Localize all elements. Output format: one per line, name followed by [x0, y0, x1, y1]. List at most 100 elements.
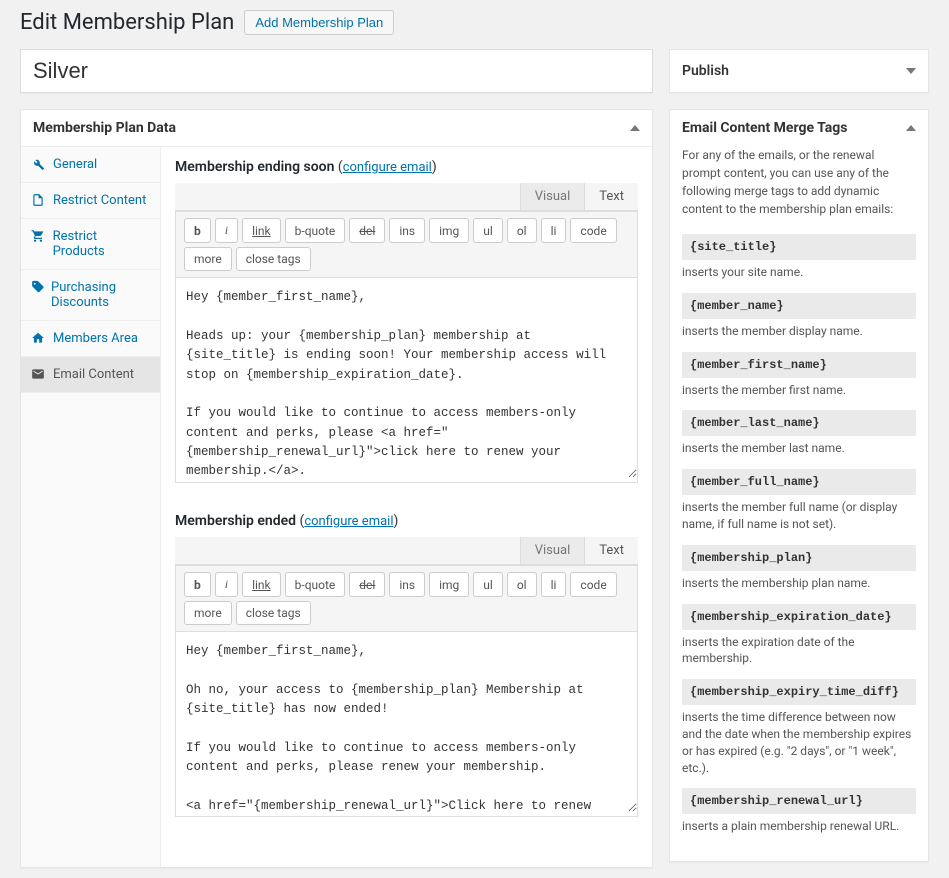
editor-wrapper: Visual Text b i link b-quote del	[175, 183, 638, 483]
qt-bold[interactable]: b	[184, 218, 211, 243]
merge-tag-desc: inserts the member full name (or display…	[682, 495, 916, 533]
merge-tag-item: {member_name}inserts the member display …	[682, 293, 916, 340]
cart-icon	[31, 229, 47, 243]
merge-tag-desc: inserts the membership plan name.	[682, 571, 916, 592]
editor-tab-visual[interactable]: Visual	[520, 183, 585, 210]
merge-tag-item: {membership_renewal_url}inserts a plain …	[682, 788, 916, 835]
merge-tag-item: {membership_expiry_time_diff}inserts the…	[682, 679, 916, 776]
panel-title: Membership Plan Data	[33, 120, 176, 136]
qt-italic[interactable]: i	[215, 218, 238, 243]
merge-tag-code: {membership_plan}	[682, 545, 916, 571]
publish-toggle[interactable]	[906, 68, 916, 74]
merge-tag-desc: inserts a plain membership renewal URL.	[682, 814, 916, 835]
tab-label: Members Area	[53, 331, 138, 346]
tab-purchasing-discounts[interactable]: Purchasing Discounts	[21, 270, 160, 321]
merge-tags-panel: Email Content Merge Tags For any of the …	[669, 109, 929, 862]
section-title: Membership ending soon	[175, 159, 334, 175]
qt-ul[interactable]: ul	[473, 218, 503, 243]
qt-bquote[interactable]: b-quote	[285, 218, 346, 243]
qt-code[interactable]: code	[570, 218, 616, 243]
tab-members-area[interactable]: Members Area	[21, 321, 160, 357]
qt-closetags[interactable]: close tags	[236, 601, 311, 625]
plan-tabs: General Restrict Content Restrict Produc…	[21, 147, 161, 867]
quicktags-toolbar: b i link b-quote del ins img ul ol li	[176, 212, 637, 278]
qt-img[interactable]: img	[429, 572, 469, 597]
merge-tag-code: {member_full_name}	[682, 469, 916, 495]
merge-panel-desc: For any of the emails, or the renewal pr…	[682, 146, 916, 218]
tab-email-content[interactable]: Email Content	[21, 357, 160, 393]
merge-tag-desc: inserts your site name.	[682, 260, 916, 281]
configure-email-link[interactable]: configure email	[343, 160, 432, 175]
tab-restrict-content[interactable]: Restrict Content	[21, 183, 160, 219]
merge-tag-desc: inserts the expiration date of the membe…	[682, 630, 916, 668]
tab-label: Restrict Content	[53, 193, 146, 208]
house-icon	[31, 331, 47, 345]
section-ending-soon: Membership ending soon (configure email)…	[175, 159, 638, 483]
merge-panel-toggle[interactable]	[906, 125, 916, 131]
email-body-textarea[interactable]	[176, 278, 637, 478]
merge-tag-item: {membership_expiration_date}inserts the …	[682, 604, 916, 668]
publish-label: Publish	[682, 63, 729, 79]
merge-tag-code: {member_first_name}	[682, 352, 916, 378]
qt-italic[interactable]: i	[215, 572, 238, 597]
qt-del[interactable]: del	[349, 218, 385, 243]
merge-tag-item: {membership_plan}inserts the membership …	[682, 545, 916, 592]
qt-code[interactable]: code	[570, 572, 616, 597]
plan-title-input[interactable]	[20, 49, 653, 93]
merge-panel-title: Email Content Merge Tags	[682, 120, 847, 136]
merge-tag-desc: inserts the member first name.	[682, 378, 916, 399]
qt-li[interactable]: li	[541, 218, 567, 243]
section-ended: Membership ended (configure email) Visua…	[175, 513, 638, 817]
qt-bquote[interactable]: b-quote	[285, 572, 346, 597]
tab-label: Purchasing Discounts	[51, 280, 150, 310]
quicktags-toolbar: b i link b-quote del ins img ul ol li	[176, 566, 637, 632]
plan-data-panel: Membership Plan Data General Restrict Co…	[20, 109, 653, 868]
page-title: Edit Membership Plan	[20, 10, 234, 35]
tab-label: Email Content	[53, 367, 134, 382]
qt-link[interactable]: link	[242, 218, 281, 243]
merge-tag-desc: inserts the time difference between now …	[682, 705, 916, 776]
tag-icon	[31, 280, 45, 294]
qt-img[interactable]: img	[429, 218, 469, 243]
add-membership-plan-button[interactable]: Add Membership Plan	[244, 10, 394, 35]
tab-content: Membership ending soon (configure email)…	[161, 147, 652, 867]
qt-ol[interactable]: ol	[507, 218, 537, 243]
editor-tab-text[interactable]: Text	[584, 183, 638, 210]
tab-general[interactable]: General	[21, 147, 160, 183]
editor-tab-text[interactable]: Text	[584, 537, 638, 564]
merge-tag-code: {membership_expiry_time_diff}	[682, 679, 916, 705]
qt-del[interactable]: del	[349, 572, 385, 597]
qt-link[interactable]: link	[242, 572, 281, 597]
document-icon	[31, 193, 47, 207]
merge-tag-code: {membership_expiration_date}	[682, 604, 916, 630]
merge-tag-item: {member_first_name}inserts the member fi…	[682, 352, 916, 399]
qt-ul[interactable]: ul	[473, 572, 503, 597]
wrench-icon	[31, 157, 47, 171]
tab-label: General	[53, 157, 97, 172]
email-body-textarea[interactable]	[176, 632, 637, 812]
qt-ol[interactable]: ol	[507, 572, 537, 597]
qt-bold[interactable]: b	[184, 572, 211, 597]
merge-tag-code: {member_last_name}	[682, 410, 916, 436]
qt-more[interactable]: more	[184, 247, 232, 271]
editor-tab-visual[interactable]: Visual	[520, 537, 585, 564]
merge-tag-item: {member_last_name}inserts the member las…	[682, 410, 916, 457]
qt-ins[interactable]: ins	[389, 218, 425, 243]
publish-box: Publish	[669, 49, 929, 93]
merge-tag-desc: inserts the member last name.	[682, 436, 916, 457]
merge-tag-desc: inserts the member display name.	[682, 319, 916, 340]
configure-email-link[interactable]: configure email	[304, 514, 393, 529]
merge-tag-item: {site_title}inserts your site name.	[682, 234, 916, 281]
panel-collapse-toggle[interactable]	[630, 125, 640, 131]
tab-restrict-products[interactable]: Restrict Products	[21, 219, 160, 270]
merge-tag-code: {site_title}	[682, 234, 916, 260]
merge-tag-code: {membership_renewal_url}	[682, 788, 916, 814]
merge-tag-item: {member_full_name}inserts the member ful…	[682, 469, 916, 533]
section-title: Membership ended	[175, 513, 296, 529]
qt-more[interactable]: more	[184, 601, 232, 625]
tab-label: Restrict Products	[53, 229, 150, 259]
qt-ins[interactable]: ins	[389, 572, 425, 597]
qt-li[interactable]: li	[541, 572, 567, 597]
editor-wrapper: Visual Text b i link b-quote del	[175, 537, 638, 817]
qt-closetags[interactable]: close tags	[236, 247, 311, 271]
